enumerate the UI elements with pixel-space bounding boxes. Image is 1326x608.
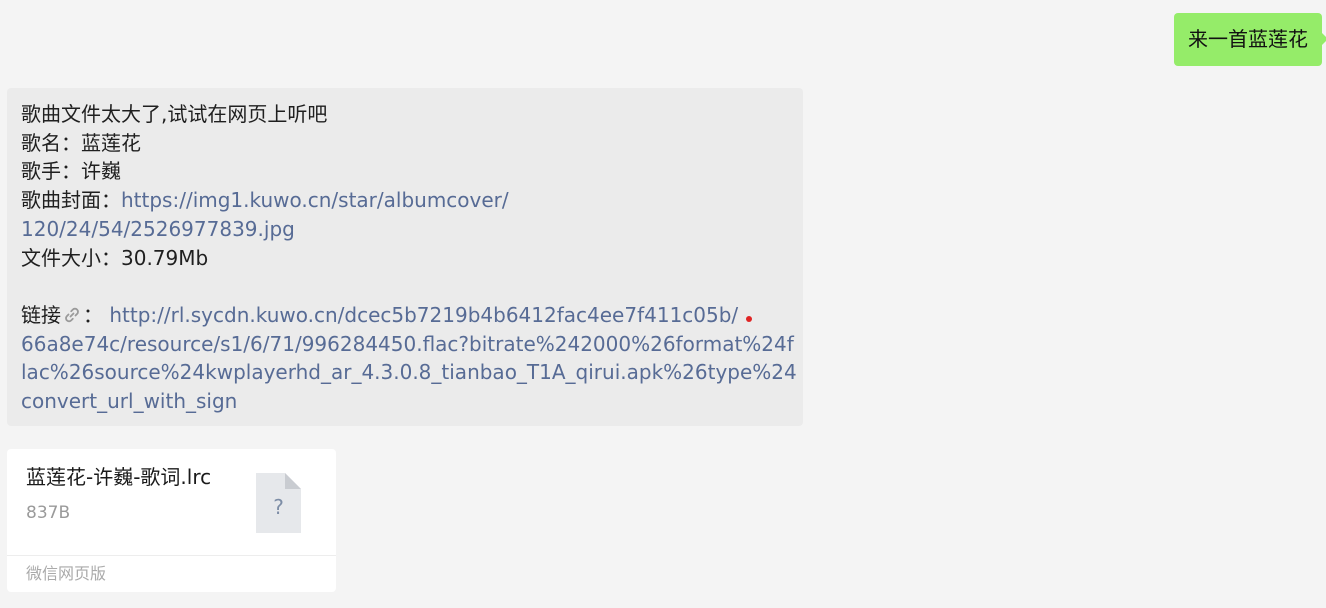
- file-name: 蓝莲花-许巍-歌词.lrc: [26, 465, 212, 489]
- song-download-link-continued-3[interactable]: convert_url_with_sign: [21, 387, 789, 416]
- singer-value: 许巍: [81, 159, 121, 184]
- song-download-link-continued-2[interactable]: lac%26source%24kwplayerhd_ar_4.3.0.8_tia…: [21, 358, 797, 387]
- message-line-cover: 歌曲封面：https://img1.kuwo.cn/star/albumcove…: [21, 186, 789, 215]
- cover-url-link-continued[interactable]: 120/24/54/2526977839.jpg: [21, 215, 789, 244]
- file-size-label: 文件大小：: [21, 245, 121, 270]
- file-attachment-card[interactable]: 蓝莲花-许巍-歌词.lrc 837B ? 微信网页版: [7, 449, 336, 592]
- red-dot-icon: [746, 315, 753, 322]
- link-chain-icon: [63, 303, 81, 323]
- outgoing-message-text: 来一首蓝莲花: [1188, 27, 1308, 51]
- song-name-label: 歌名：: [21, 130, 81, 155]
- cover-url-link[interactable]: https://img1.kuwo.cn/star/albumcover/: [121, 188, 509, 212]
- file-size: 837B: [26, 503, 71, 523]
- cover-label: 歌曲封面：: [21, 188, 121, 213]
- message-line-song-name: 歌名：蓝莲花: [21, 129, 789, 158]
- song-download-link[interactable]: http://rl.sycdn.kuwo.cn/dcec5b7219b4b641…: [109, 303, 738, 327]
- incoming-message-bubble[interactable]: 歌曲文件太大了,试试在网页上听吧 歌名：蓝莲花 歌手：许巍 歌曲封面：https…: [7, 88, 803, 426]
- link-label: 链接: [21, 302, 61, 327]
- link-colon: ：: [83, 302, 103, 327]
- message-line-singer: 歌手：许巍: [21, 157, 789, 186]
- song-download-link-continued-1[interactable]: 66a8e74c/resource/s1/6/71/996284450.flac…: [21, 330, 794, 359]
- file-icon-glyph: ?: [273, 495, 284, 519]
- message-line-file-size: 文件大小：30.79Mb: [21, 244, 789, 273]
- outgoing-message-bubble[interactable]: 来一首蓝莲花: [1174, 13, 1326, 66]
- song-name-value: 蓝莲花: [81, 130, 141, 155]
- unknown-file-icon: ?: [256, 473, 301, 533]
- file-size-value: 30.79Mb: [121, 245, 209, 270]
- chat-window: 来一首蓝莲花 歌曲文件太大了,试试在网页上听吧 歌名：蓝莲花 歌手：许巍 歌曲封…: [0, 0, 1326, 608]
- message-line-notice: 歌曲文件太大了,试试在网页上听吧: [21, 102, 328, 126]
- message-line-link: 链接 ： http://rl.sycdn.kuwo.cn/dcec5b7219b4…: [21, 301, 789, 330]
- file-card-footer: 微信网页版: [7, 555, 336, 592]
- singer-label: 歌手：: [21, 159, 81, 184]
